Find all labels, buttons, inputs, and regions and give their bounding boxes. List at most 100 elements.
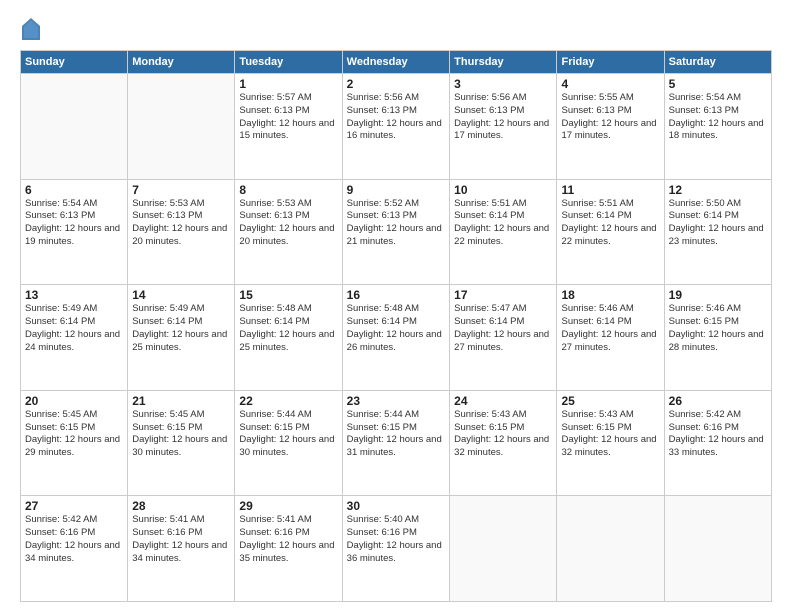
calendar-cell: 12Sunrise: 5:50 AM Sunset: 6:14 PM Dayli… bbox=[664, 179, 771, 285]
day-info: Sunrise: 5:46 AM Sunset: 6:14 PM Dayligh… bbox=[561, 303, 659, 354]
header bbox=[20, 18, 772, 40]
day-info: Sunrise: 5:42 AM Sunset: 6:16 PM Dayligh… bbox=[669, 409, 767, 460]
calendar-week-row: 20Sunrise: 5:45 AM Sunset: 6:15 PM Dayli… bbox=[21, 390, 772, 496]
calendar-cell: 3Sunrise: 5:56 AM Sunset: 6:13 PM Daylig… bbox=[450, 74, 557, 180]
calendar-cell: 29Sunrise: 5:41 AM Sunset: 6:16 PM Dayli… bbox=[235, 496, 342, 602]
day-number: 20 bbox=[25, 394, 123, 408]
calendar-cell bbox=[450, 496, 557, 602]
calendar-cell: 17Sunrise: 5:47 AM Sunset: 6:14 PM Dayli… bbox=[450, 285, 557, 391]
calendar-cell: 10Sunrise: 5:51 AM Sunset: 6:14 PM Dayli… bbox=[450, 179, 557, 285]
day-number: 5 bbox=[669, 77, 767, 91]
day-number: 9 bbox=[347, 183, 445, 197]
calendar-cell: 8Sunrise: 5:53 AM Sunset: 6:13 PM Daylig… bbox=[235, 179, 342, 285]
calendar-cell: 19Sunrise: 5:46 AM Sunset: 6:15 PM Dayli… bbox=[664, 285, 771, 391]
calendar-cell: 1Sunrise: 5:57 AM Sunset: 6:13 PM Daylig… bbox=[235, 74, 342, 180]
day-info: Sunrise: 5:56 AM Sunset: 6:13 PM Dayligh… bbox=[347, 92, 445, 143]
day-number: 21 bbox=[132, 394, 230, 408]
calendar-cell: 30Sunrise: 5:40 AM Sunset: 6:16 PM Dayli… bbox=[342, 496, 449, 602]
logo-icon bbox=[22, 18, 40, 40]
day-info: Sunrise: 5:49 AM Sunset: 6:14 PM Dayligh… bbox=[132, 303, 230, 354]
day-number: 7 bbox=[132, 183, 230, 197]
day-number: 11 bbox=[561, 183, 659, 197]
calendar-cell: 5Sunrise: 5:54 AM Sunset: 6:13 PM Daylig… bbox=[664, 74, 771, 180]
calendar-cell bbox=[557, 496, 664, 602]
day-number: 23 bbox=[347, 394, 445, 408]
day-info: Sunrise: 5:53 AM Sunset: 6:13 PM Dayligh… bbox=[239, 198, 337, 249]
day-number: 25 bbox=[561, 394, 659, 408]
calendar-cell: 25Sunrise: 5:43 AM Sunset: 6:15 PM Dayli… bbox=[557, 390, 664, 496]
day-number: 12 bbox=[669, 183, 767, 197]
calendar-cell: 4Sunrise: 5:55 AM Sunset: 6:13 PM Daylig… bbox=[557, 74, 664, 180]
day-number: 27 bbox=[25, 499, 123, 513]
calendar-cell: 11Sunrise: 5:51 AM Sunset: 6:14 PM Dayli… bbox=[557, 179, 664, 285]
day-info: Sunrise: 5:43 AM Sunset: 6:15 PM Dayligh… bbox=[561, 409, 659, 460]
calendar-cell: 26Sunrise: 5:42 AM Sunset: 6:16 PM Dayli… bbox=[664, 390, 771, 496]
page: SundayMondayTuesdayWednesdayThursdayFrid… bbox=[0, 0, 792, 612]
day-header-wednesday: Wednesday bbox=[342, 51, 449, 74]
day-number: 24 bbox=[454, 394, 552, 408]
calendar-cell: 16Sunrise: 5:48 AM Sunset: 6:14 PM Dayli… bbox=[342, 285, 449, 391]
calendar-cell: 28Sunrise: 5:41 AM Sunset: 6:16 PM Dayli… bbox=[128, 496, 235, 602]
calendar-cell: 22Sunrise: 5:44 AM Sunset: 6:15 PM Dayli… bbox=[235, 390, 342, 496]
day-info: Sunrise: 5:56 AM Sunset: 6:13 PM Dayligh… bbox=[454, 92, 552, 143]
day-info: Sunrise: 5:46 AM Sunset: 6:15 PM Dayligh… bbox=[669, 303, 767, 354]
day-header-thursday: Thursday bbox=[450, 51, 557, 74]
calendar-cell bbox=[128, 74, 235, 180]
day-info: Sunrise: 5:45 AM Sunset: 6:15 PM Dayligh… bbox=[25, 409, 123, 460]
calendar-cell: 20Sunrise: 5:45 AM Sunset: 6:15 PM Dayli… bbox=[21, 390, 128, 496]
day-number: 2 bbox=[347, 77, 445, 91]
calendar-table: SundayMondayTuesdayWednesdayThursdayFrid… bbox=[20, 50, 772, 602]
day-info: Sunrise: 5:44 AM Sunset: 6:15 PM Dayligh… bbox=[239, 409, 337, 460]
day-header-monday: Monday bbox=[128, 51, 235, 74]
calendar-cell bbox=[664, 496, 771, 602]
calendar-header-row: SundayMondayTuesdayWednesdayThursdayFrid… bbox=[21, 51, 772, 74]
calendar-week-row: 27Sunrise: 5:42 AM Sunset: 6:16 PM Dayli… bbox=[21, 496, 772, 602]
day-info: Sunrise: 5:47 AM Sunset: 6:14 PM Dayligh… bbox=[454, 303, 552, 354]
calendar-cell: 18Sunrise: 5:46 AM Sunset: 6:14 PM Dayli… bbox=[557, 285, 664, 391]
day-info: Sunrise: 5:55 AM Sunset: 6:13 PM Dayligh… bbox=[561, 92, 659, 143]
day-number: 4 bbox=[561, 77, 659, 91]
day-info: Sunrise: 5:51 AM Sunset: 6:14 PM Dayligh… bbox=[561, 198, 659, 249]
calendar-week-row: 1Sunrise: 5:57 AM Sunset: 6:13 PM Daylig… bbox=[21, 74, 772, 180]
day-header-sunday: Sunday bbox=[21, 51, 128, 74]
day-header-tuesday: Tuesday bbox=[235, 51, 342, 74]
day-number: 30 bbox=[347, 499, 445, 513]
day-number: 28 bbox=[132, 499, 230, 513]
day-header-friday: Friday bbox=[557, 51, 664, 74]
calendar-cell: 21Sunrise: 5:45 AM Sunset: 6:15 PM Dayli… bbox=[128, 390, 235, 496]
day-info: Sunrise: 5:44 AM Sunset: 6:15 PM Dayligh… bbox=[347, 409, 445, 460]
calendar-cell: 15Sunrise: 5:48 AM Sunset: 6:14 PM Dayli… bbox=[235, 285, 342, 391]
day-info: Sunrise: 5:54 AM Sunset: 6:13 PM Dayligh… bbox=[669, 92, 767, 143]
day-info: Sunrise: 5:43 AM Sunset: 6:15 PM Dayligh… bbox=[454, 409, 552, 460]
calendar-cell: 27Sunrise: 5:42 AM Sunset: 6:16 PM Dayli… bbox=[21, 496, 128, 602]
calendar-cell bbox=[21, 74, 128, 180]
day-info: Sunrise: 5:40 AM Sunset: 6:16 PM Dayligh… bbox=[347, 514, 445, 565]
calendar-cell: 13Sunrise: 5:49 AM Sunset: 6:14 PM Dayli… bbox=[21, 285, 128, 391]
day-number: 10 bbox=[454, 183, 552, 197]
calendar-week-row: 6Sunrise: 5:54 AM Sunset: 6:13 PM Daylig… bbox=[21, 179, 772, 285]
day-number: 18 bbox=[561, 288, 659, 302]
day-number: 1 bbox=[239, 77, 337, 91]
calendar-cell: 23Sunrise: 5:44 AM Sunset: 6:15 PM Dayli… bbox=[342, 390, 449, 496]
day-number: 19 bbox=[669, 288, 767, 302]
day-info: Sunrise: 5:45 AM Sunset: 6:15 PM Dayligh… bbox=[132, 409, 230, 460]
day-info: Sunrise: 5:53 AM Sunset: 6:13 PM Dayligh… bbox=[132, 198, 230, 249]
day-number: 6 bbox=[25, 183, 123, 197]
day-number: 16 bbox=[347, 288, 445, 302]
day-header-saturday: Saturday bbox=[664, 51, 771, 74]
calendar-cell: 2Sunrise: 5:56 AM Sunset: 6:13 PM Daylig… bbox=[342, 74, 449, 180]
calendar-week-row: 13 Sunrise: 5:49 AM Sunset: 6:14 PM Dayli… bbox=[21, 285, 772, 391]
day-info: Sunrise: 5:50 AM Sunset: 6:14 PM Dayligh… bbox=[669, 198, 767, 249]
calendar-cell: 6Sunrise: 5:54 AM Sunset: 6:13 PM Daylig… bbox=[21, 179, 128, 285]
calendar-cell: 24Sunrise: 5:43 AM Sunset: 6:15 PM Dayli… bbox=[450, 390, 557, 496]
day-info: Sunrise: 5:42 AM Sunset: 6:16 PM Dayligh… bbox=[25, 514, 123, 565]
day-number: 26 bbox=[669, 394, 767, 408]
day-number: 8 bbox=[239, 183, 337, 197]
day-number: 13 bbox=[25, 288, 123, 302]
day-info: Sunrise: 5:51 AM Sunset: 6:14 PM Dayligh… bbox=[454, 198, 552, 249]
logo bbox=[20, 18, 40, 40]
day-number: 17 bbox=[454, 288, 552, 302]
day-info: Sunrise: 5:48 AM Sunset: 6:14 PM Dayligh… bbox=[239, 303, 337, 354]
day-info: Sunrise: 5:54 AM Sunset: 6:13 PM Dayligh… bbox=[25, 198, 123, 249]
day-info: Sunrise: 5:48 AM Sunset: 6:14 PM Dayligh… bbox=[347, 303, 445, 354]
